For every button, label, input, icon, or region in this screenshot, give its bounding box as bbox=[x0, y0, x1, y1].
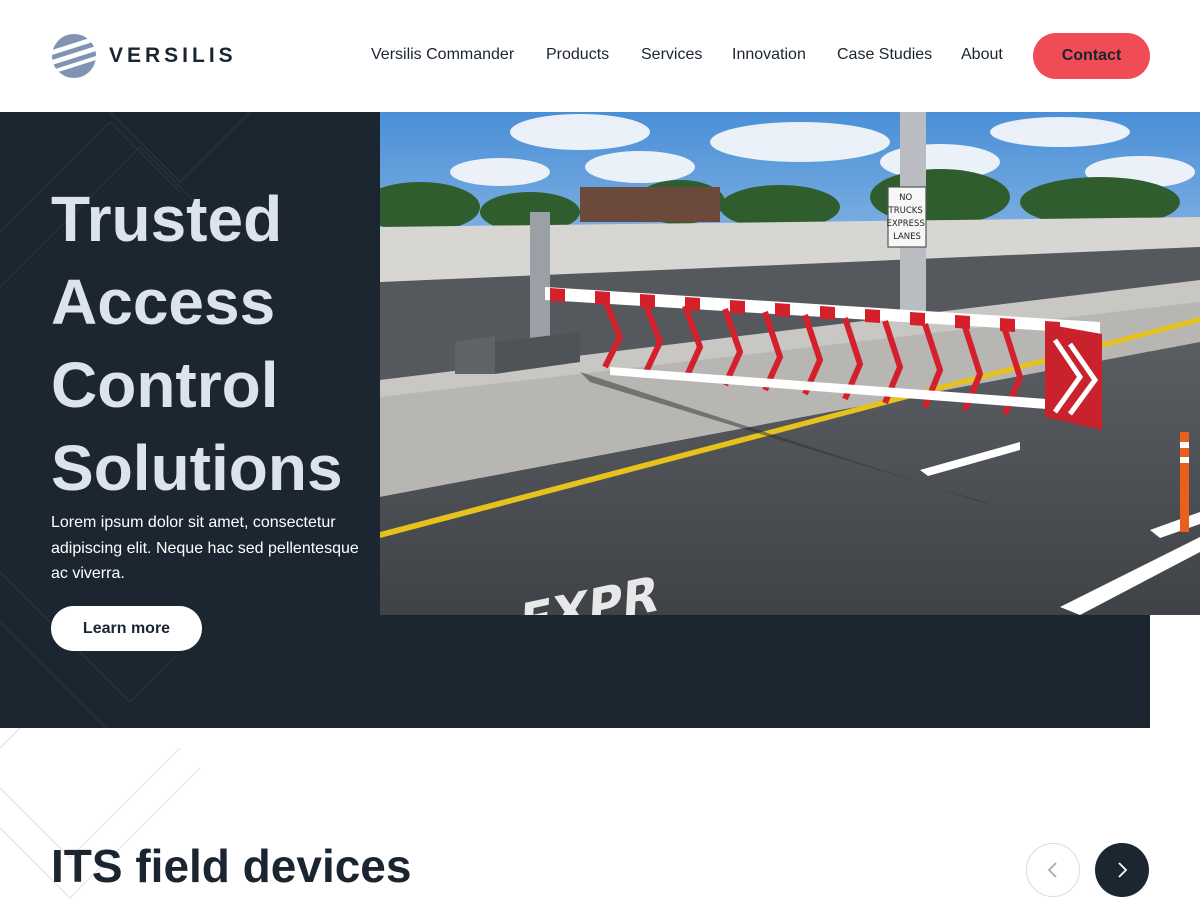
sign-line: EXPRESS bbox=[886, 219, 924, 229]
hero-title: Trusted Access Control Solutions bbox=[51, 178, 381, 510]
nav-item-innovation[interactable]: Innovation bbox=[732, 44, 806, 66]
learn-more-button[interactable]: Learn more bbox=[51, 606, 202, 651]
hero-title-line: Trusted bbox=[51, 183, 283, 255]
nav-item-about[interactable]: About bbox=[961, 44, 1003, 66]
sign-line: LANES bbox=[893, 232, 921, 242]
main-nav: Versilis Commander Products Services Inn… bbox=[0, 44, 1200, 68]
hero-description: Lorem ipsum dolor sit amet, consectetur … bbox=[51, 514, 359, 582]
nav-item-versilis-commander[interactable]: Versilis Commander bbox=[371, 44, 514, 66]
hero-title-line: Control bbox=[51, 349, 279, 421]
section-title: ITS field devices bbox=[51, 840, 412, 892]
hero-title-line: Solutions bbox=[51, 432, 343, 504]
barrier-gate-illustration: EXPR NO TRUCKS EXPRESS LANES bbox=[380, 112, 1200, 615]
hero-title-line: Access bbox=[51, 266, 276, 338]
chevron-left-icon bbox=[1047, 862, 1057, 878]
carousel-prev-button[interactable] bbox=[1026, 843, 1080, 897]
site-header: VERSILIS Versilis Commander Products Ser… bbox=[0, 0, 1200, 112]
nav-item-case-studies[interactable]: Case Studies bbox=[837, 44, 932, 66]
nav-item-services[interactable]: Services bbox=[641, 44, 702, 66]
hero-image: EXPR NO TRUCKS EXPRESS LANES bbox=[380, 112, 1200, 615]
carousel-next-button[interactable] bbox=[1095, 843, 1149, 897]
contact-button[interactable]: Contact bbox=[1033, 33, 1150, 79]
sign-line: NO bbox=[899, 193, 912, 203]
sign-line: TRUCKS bbox=[888, 206, 923, 216]
chevron-right-icon bbox=[1118, 862, 1128, 878]
nav-item-products[interactable]: Products bbox=[546, 44, 609, 66]
